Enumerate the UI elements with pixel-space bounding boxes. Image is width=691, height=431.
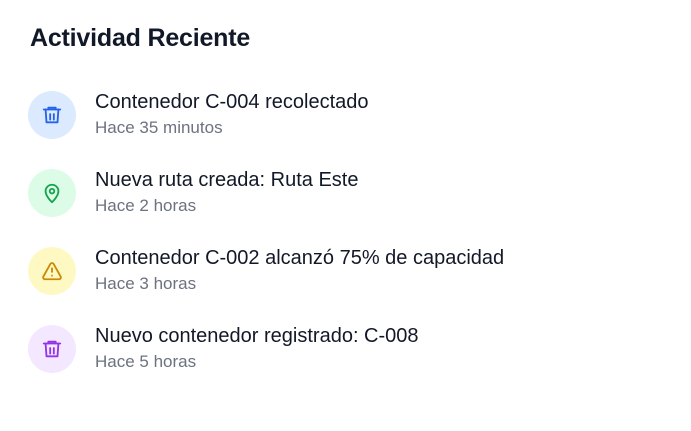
activity-text: Contenedor C-004 recolectado Hace 35 min… bbox=[95, 91, 369, 139]
activity-time: Hace 35 minutos bbox=[95, 118, 223, 137]
activity-item: Contenedor C-004 recolectado Hace 35 min… bbox=[28, 91, 661, 170]
activity-item: Contenedor C-002 alcanzó 75% de capacida… bbox=[28, 247, 661, 326]
recent-activity-panel: Actividad Reciente Contenedor C-004 reco… bbox=[0, 0, 691, 431]
warning-icon bbox=[28, 247, 76, 295]
activity-item: Nueva ruta creada: Ruta Este Hace 2 hora… bbox=[28, 169, 661, 248]
trash-icon bbox=[28, 91, 76, 139]
trash-icon bbox=[28, 325, 76, 373]
activity-title: Nueva ruta creada: Ruta Este bbox=[95, 169, 359, 191]
map-pin-icon bbox=[28, 169, 76, 217]
panel-title: Actividad Reciente bbox=[30, 24, 251, 52]
activity-title: Contenedor C-002 alcanzó 75% de capacida… bbox=[95, 247, 505, 269]
activity-list: Contenedor C-004 recolectado Hace 35 min… bbox=[28, 91, 661, 404]
activity-title: Contenedor C-004 recolectado bbox=[95, 91, 369, 113]
activity-text: Nueva ruta creada: Ruta Este Hace 2 hora… bbox=[95, 169, 359, 217]
activity-text: Nuevo contenedor registrado: C-008 Hace … bbox=[95, 325, 419, 373]
activity-title: Nuevo contenedor registrado: C-008 bbox=[95, 325, 419, 347]
activity-time: Hace 5 horas bbox=[95, 352, 197, 371]
activity-text: Contenedor C-002 alcanzó 75% de capacida… bbox=[95, 247, 505, 295]
activity-item: Nuevo contenedor registrado: C-008 Hace … bbox=[28, 325, 661, 404]
activity-time: Hace 2 horas bbox=[95, 196, 197, 215]
activity-time: Hace 3 horas bbox=[95, 274, 197, 293]
